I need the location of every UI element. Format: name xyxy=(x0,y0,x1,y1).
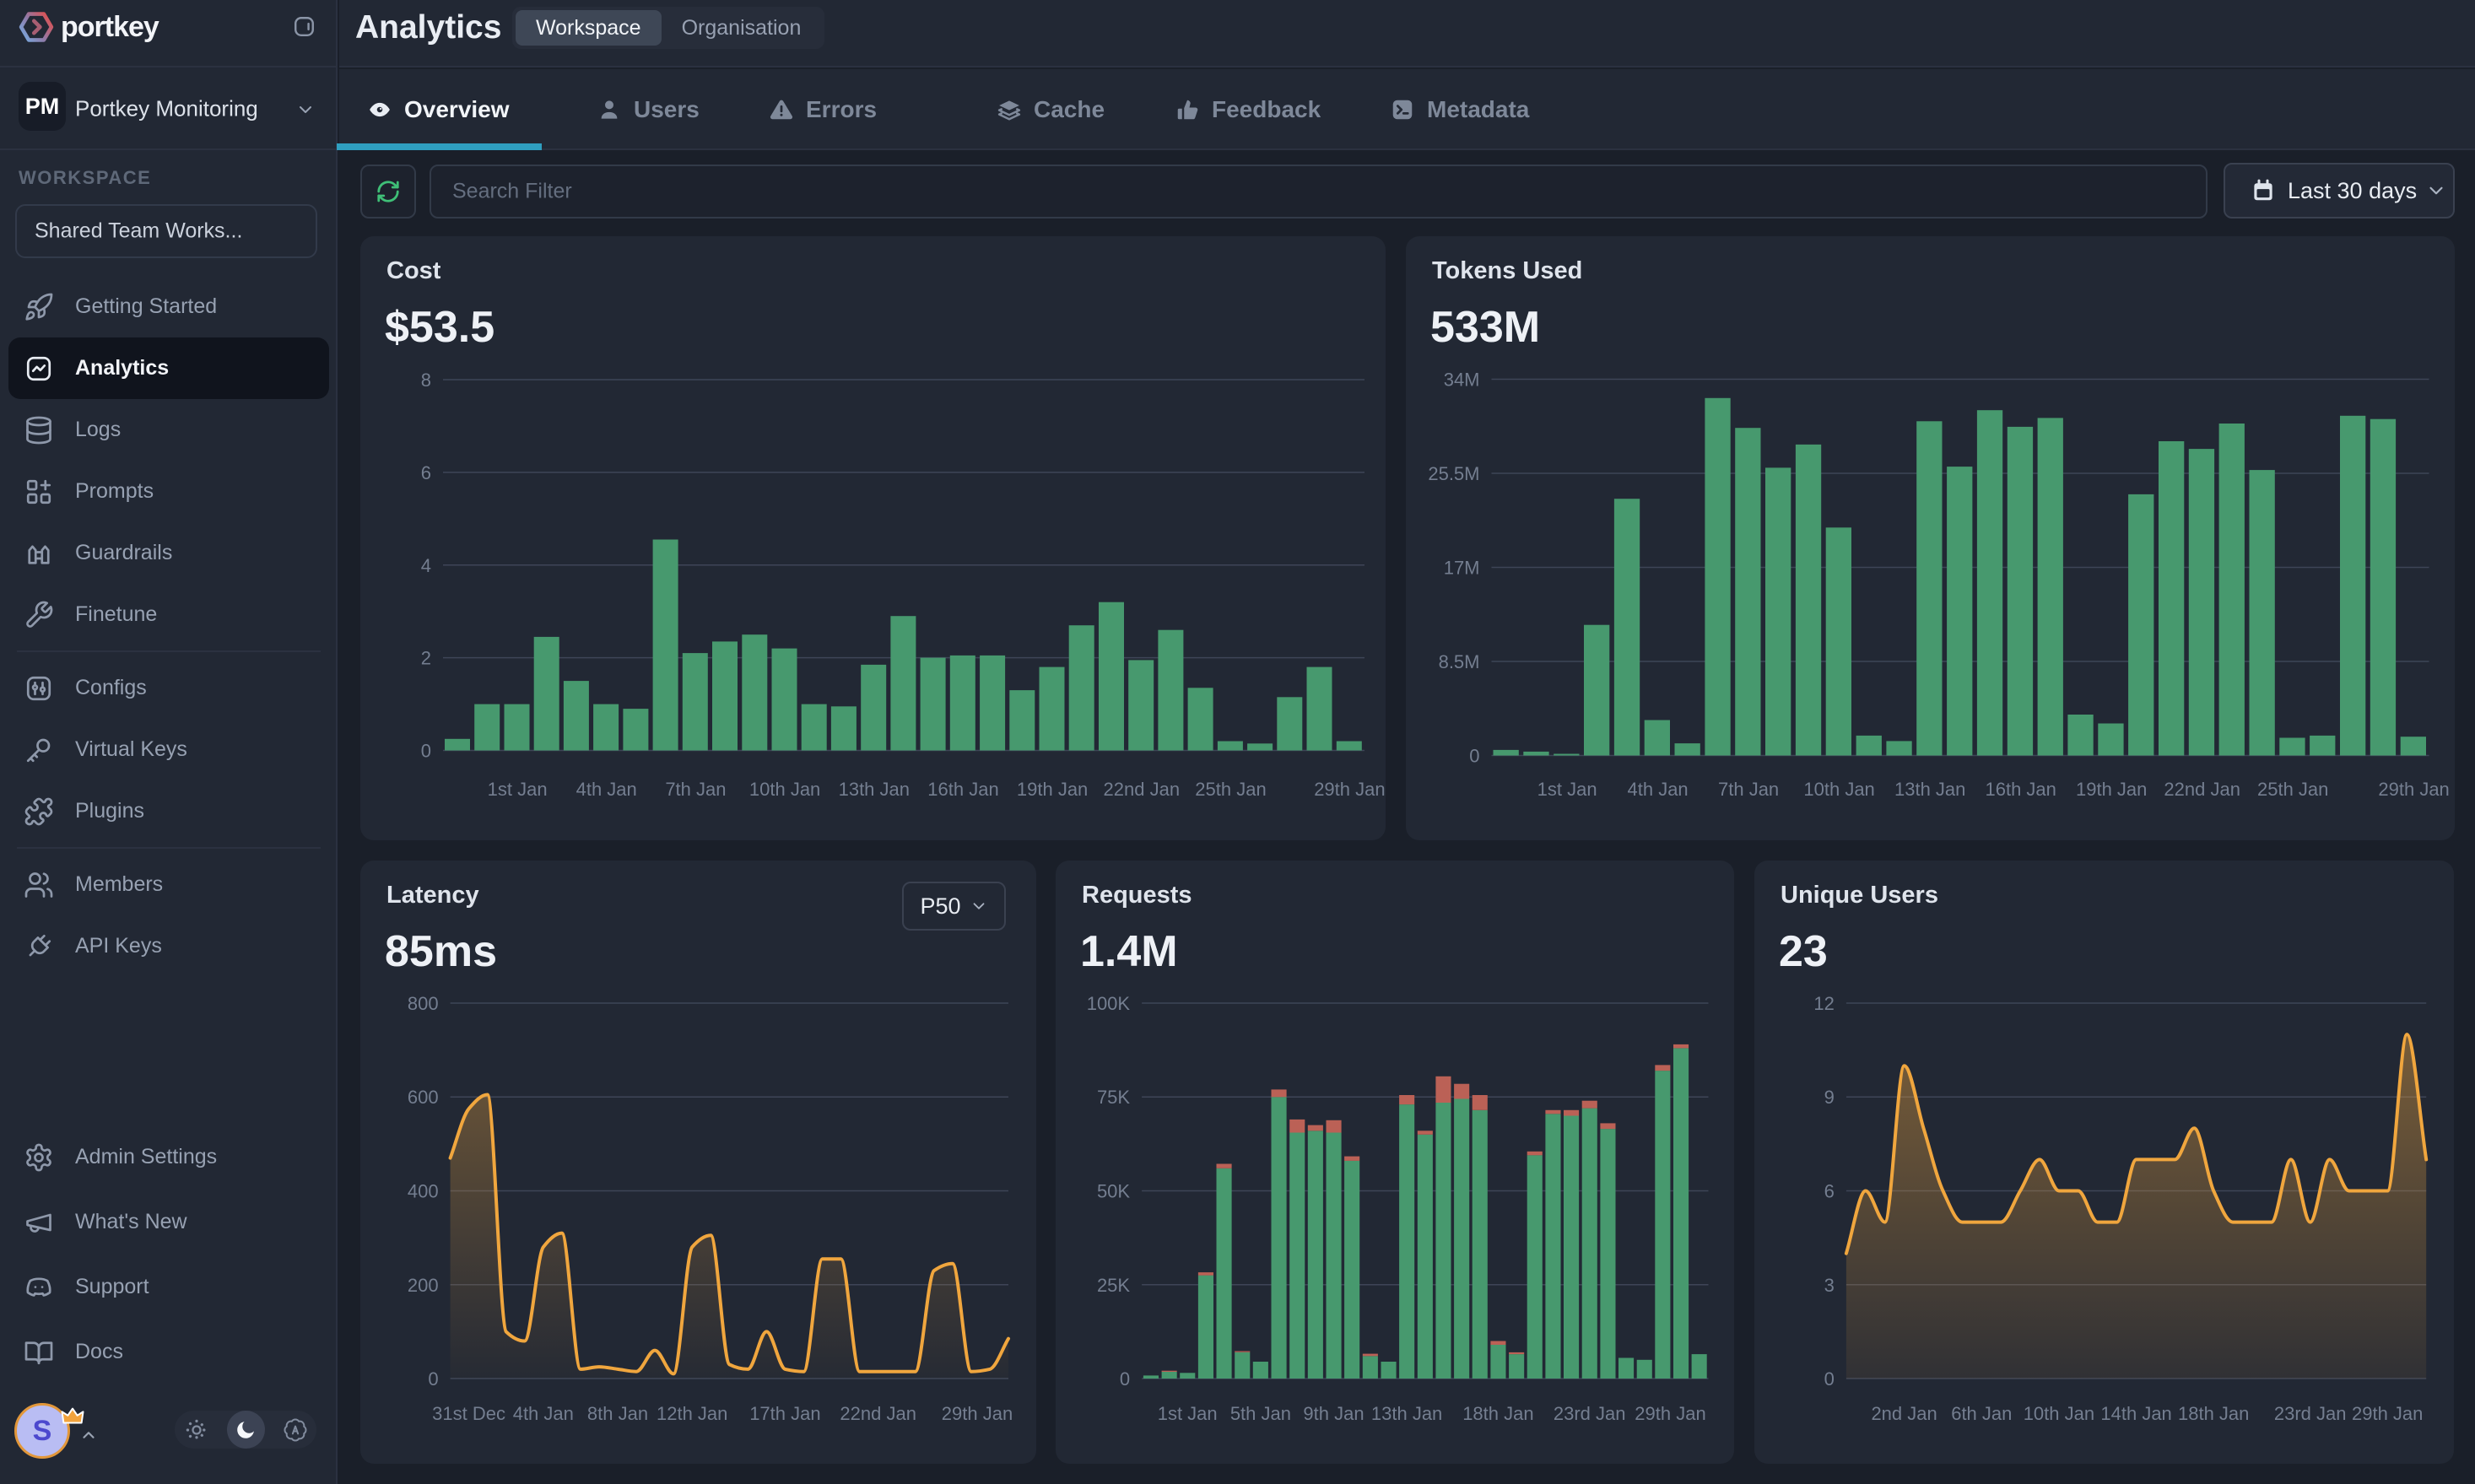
svg-text:6: 6 xyxy=(421,462,431,483)
svg-text:4th Jan: 4th Jan xyxy=(576,779,637,800)
svg-text:10th Jan: 10th Jan xyxy=(1803,779,1874,800)
svg-text:75K: 75K xyxy=(1097,1087,1130,1108)
svg-text:23rd Jan: 23rd Jan xyxy=(2274,1403,2347,1424)
svg-text:22nd Jan: 22nd Jan xyxy=(840,1403,916,1424)
svg-text:25.5M: 25.5M xyxy=(1428,463,1479,484)
svg-text:0: 0 xyxy=(1469,746,1479,767)
svg-text:17th Jan: 17th Jan xyxy=(749,1403,820,1424)
svg-text:400: 400 xyxy=(408,1181,439,1202)
svg-text:1st Jan: 1st Jan xyxy=(488,779,548,800)
svg-text:29th Jan: 29th Jan xyxy=(1314,779,1385,800)
svg-text:4th Jan: 4th Jan xyxy=(513,1403,574,1424)
svg-text:29th Jan: 29th Jan xyxy=(2378,779,2449,800)
svg-text:31st Dec: 31st Dec xyxy=(432,1403,505,1424)
svg-text:1st Jan: 1st Jan xyxy=(1537,779,1597,800)
svg-text:0: 0 xyxy=(421,741,431,762)
svg-text:17M: 17M xyxy=(1444,558,1480,579)
svg-text:22nd Jan: 22nd Jan xyxy=(1104,779,1181,800)
svg-text:22nd Jan: 22nd Jan xyxy=(2164,779,2240,800)
svg-text:10th Jan: 10th Jan xyxy=(2024,1403,2094,1424)
svg-text:25th Jan: 25th Jan xyxy=(1195,779,1266,800)
svg-text:1st Jan: 1st Jan xyxy=(1158,1403,1218,1424)
svg-text:25th Jan: 25th Jan xyxy=(2257,779,2328,800)
svg-text:7th Jan: 7th Jan xyxy=(665,779,726,800)
svg-text:8: 8 xyxy=(421,370,431,391)
svg-text:50K: 50K xyxy=(1097,1181,1130,1202)
svg-text:6th Jan: 6th Jan xyxy=(1951,1403,2012,1424)
svg-text:4th Jan: 4th Jan xyxy=(1628,779,1689,800)
svg-text:4: 4 xyxy=(421,555,431,576)
svg-text:9th Jan: 9th Jan xyxy=(1303,1403,1364,1424)
svg-text:7th Jan: 7th Jan xyxy=(1718,779,1779,800)
svg-text:800: 800 xyxy=(408,993,439,1014)
svg-text:8.5M: 8.5M xyxy=(1439,651,1480,672)
svg-text:18th Jan: 18th Jan xyxy=(1462,1403,1533,1424)
svg-text:13th Jan: 13th Jan xyxy=(839,779,910,800)
svg-text:600: 600 xyxy=(408,1087,439,1108)
svg-text:200: 200 xyxy=(408,1275,439,1296)
svg-text:34M: 34M xyxy=(1444,370,1480,391)
svg-text:2: 2 xyxy=(421,648,431,669)
svg-text:14th Jan: 14th Jan xyxy=(2100,1403,2171,1424)
svg-text:19th Jan: 19th Jan xyxy=(1017,779,1088,800)
svg-text:29th Jan: 29th Jan xyxy=(942,1403,1013,1424)
svg-text:19th Jan: 19th Jan xyxy=(2076,779,2147,800)
svg-text:12th Jan: 12th Jan xyxy=(657,1403,727,1424)
svg-text:25K: 25K xyxy=(1097,1275,1130,1296)
svg-text:9: 9 xyxy=(1824,1087,1835,1108)
svg-text:8th Jan: 8th Jan xyxy=(587,1403,648,1424)
svg-text:13th Jan: 13th Jan xyxy=(1894,779,1965,800)
svg-text:23rd Jan: 23rd Jan xyxy=(1554,1403,1626,1424)
svg-text:13th Jan: 13th Jan xyxy=(1371,1403,1442,1424)
svg-text:0: 0 xyxy=(1120,1368,1130,1390)
svg-text:2nd Jan: 2nd Jan xyxy=(1871,1403,1937,1424)
svg-text:12: 12 xyxy=(1813,993,1834,1014)
svg-text:0: 0 xyxy=(1824,1368,1835,1390)
svg-text:6: 6 xyxy=(1824,1181,1835,1202)
svg-text:0: 0 xyxy=(428,1368,438,1390)
svg-text:10th Jan: 10th Jan xyxy=(749,779,820,800)
svg-text:29th Jan: 29th Jan xyxy=(1635,1403,1705,1424)
svg-text:5th Jan: 5th Jan xyxy=(1230,1403,1291,1424)
svg-text:18th Jan: 18th Jan xyxy=(2178,1403,2249,1424)
svg-text:100K: 100K xyxy=(1087,993,1131,1014)
svg-text:16th Jan: 16th Jan xyxy=(1985,779,2056,800)
svg-text:3: 3 xyxy=(1824,1275,1835,1296)
svg-text:29th Jan: 29th Jan xyxy=(2352,1403,2423,1424)
svg-text:16th Jan: 16th Jan xyxy=(927,779,998,800)
